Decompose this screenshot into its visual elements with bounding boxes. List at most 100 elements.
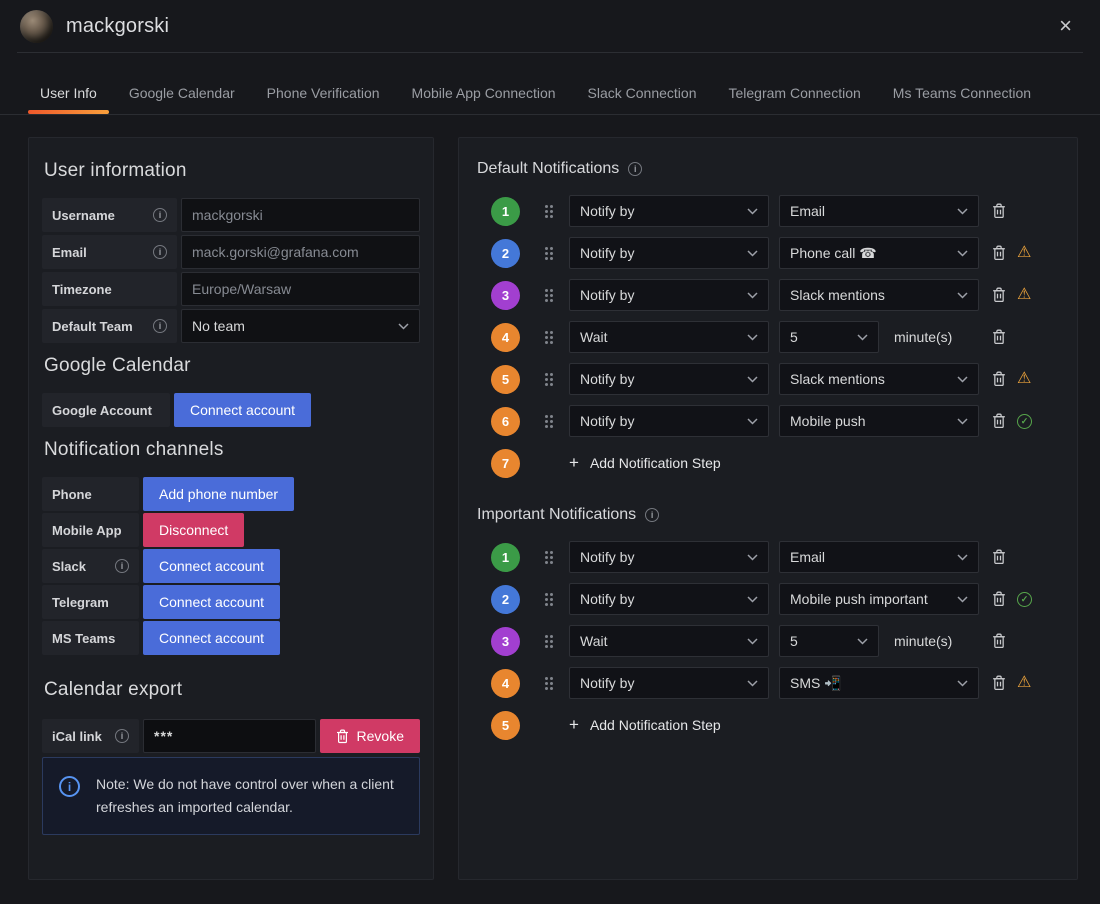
delete-step-button[interactable] (992, 675, 1006, 691)
step-action-select[interactable]: Notify by (569, 195, 769, 227)
drag-handle-icon[interactable] (544, 288, 554, 302)
delete-step-button[interactable] (992, 633, 1006, 649)
trash-icon (993, 245, 1005, 261)
tab-google-calendar[interactable]: Google Calendar (117, 79, 247, 114)
tab-telegram-connection[interactable]: Telegram Connection (716, 79, 872, 114)
delete-step-button[interactable] (992, 549, 1006, 565)
drag-handle-icon[interactable] (544, 550, 554, 564)
drag-handle-icon[interactable] (544, 592, 554, 606)
delete-step-button[interactable] (992, 245, 1006, 261)
step-action-select[interactable]: Notify by (569, 667, 769, 699)
step-channel-select[interactable]: Slack mentions (779, 279, 979, 311)
delete-step-button[interactable] (992, 413, 1006, 429)
tab-phone-verification[interactable]: Phone Verification (255, 79, 392, 114)
timezone-row: Timezone Europe/Warsaw (42, 272, 420, 306)
step-channel-select[interactable]: Mobile push important (779, 583, 979, 615)
email-field[interactable]: mack.gorski@grafana.com (181, 235, 420, 269)
telegram-label: Telegram (42, 585, 139, 619)
timezone-field[interactable]: Europe/Warsaw (181, 272, 420, 306)
chevron-down-icon (857, 333, 868, 341)
delete-step-button[interactable] (992, 591, 1006, 607)
chevron-down-icon (747, 291, 758, 299)
chevron-down-icon (747, 417, 758, 425)
notification-step: 1 Notify by Email (475, 541, 1077, 573)
plus-icon: + (569, 453, 579, 472)
delete-step-button[interactable] (992, 371, 1006, 387)
chevron-down-icon (747, 637, 758, 645)
chevron-down-icon (957, 553, 968, 561)
phone-channel-row: Phone Add phone number (42, 477, 420, 511)
add-phone-number-button[interactable]: Add phone number (143, 477, 295, 511)
chevron-down-icon (747, 553, 758, 561)
info-icon: i (115, 559, 129, 573)
revoke-button[interactable]: Revoke (319, 719, 420, 753)
chevron-down-icon (747, 249, 758, 257)
step-channel-select[interactable]: Slack mentions (779, 363, 979, 395)
step-channel-select[interactable]: SMS 📲 (779, 667, 979, 699)
drag-handle-icon[interactable] (544, 372, 554, 386)
step-action-select[interactable]: Notify by (569, 363, 769, 395)
email-label: Email i (42, 235, 177, 269)
step-channel-select[interactable]: Email (779, 195, 979, 227)
notification-step: 4 Notify by SMS 📲 ⚠ (475, 667, 1077, 699)
page-title: mackgorski (66, 14, 170, 37)
slack-channel-row: Slack i Connect account (42, 549, 420, 583)
tab-slack-connection[interactable]: Slack Connection (576, 79, 709, 114)
close-icon[interactable]: × (1055, 13, 1076, 39)
step-action-select[interactable]: Notify by (569, 405, 769, 437)
trash-icon (993, 549, 1005, 565)
tab-ms-teams-connection[interactable]: Ms Teams Connection (881, 79, 1043, 114)
wait-step: 4 Wait 5 minute(s) (475, 321, 1077, 353)
drag-handle-icon[interactable] (544, 246, 554, 260)
step-number: 4 (491, 668, 520, 698)
step-number: 3 (491, 280, 520, 310)
tab-user-info[interactable]: User Info (28, 79, 109, 114)
chevron-down-icon (957, 595, 968, 603)
wait-duration-select[interactable]: 5 (779, 321, 879, 353)
trash-icon (993, 591, 1005, 607)
step-action-select[interactable]: Notify by (569, 583, 769, 615)
info-icon: i (153, 245, 167, 259)
step-action-select[interactable]: Wait (569, 625, 769, 657)
step-channel-select[interactable]: Email (779, 541, 979, 573)
step-number: 5 (491, 710, 520, 740)
drag-handle-icon[interactable] (544, 330, 554, 344)
header-divider (17, 52, 1083, 53)
connect-google-account-button[interactable]: Connect account (174, 393, 312, 427)
connect-ms-teams-button[interactable]: Connect account (143, 621, 281, 655)
step-action-select[interactable]: Wait (569, 321, 769, 353)
default-team-select[interactable]: No team (181, 309, 420, 343)
drag-handle-icon[interactable] (544, 204, 554, 218)
add-notification-step-button[interactable]: + Add Notification Step (569, 453, 721, 473)
disconnect-mobile-app-button[interactable]: Disconnect (143, 513, 245, 547)
step-action-select[interactable]: Notify by (569, 279, 769, 311)
ical-link-field[interactable]: *** (143, 719, 316, 753)
step-action-select[interactable]: Notify by (569, 541, 769, 573)
username-field[interactable]: mackgorski (181, 198, 420, 232)
user-settings-panel: User information Username i mackgorski E… (28, 137, 434, 880)
delete-step-button[interactable] (992, 203, 1006, 219)
drag-handle-icon[interactable] (544, 414, 554, 428)
drag-handle-icon[interactable] (544, 634, 554, 648)
delete-step-button[interactable] (992, 329, 1006, 345)
tab-mobile-app-connection[interactable]: Mobile App Connection (400, 79, 568, 114)
add-step-row: 7 + Add Notification Step (475, 447, 1077, 479)
delete-step-button[interactable] (992, 287, 1006, 303)
notification-channels-heading: Notification channels (44, 439, 224, 460)
drag-handle-icon[interactable] (544, 676, 554, 690)
trash-icon (993, 675, 1005, 691)
chevron-down-icon (747, 375, 758, 383)
username-row: Username i mackgorski (42, 198, 420, 232)
connect-slack-button[interactable]: Connect account (143, 549, 281, 583)
info-icon: i (628, 162, 643, 176)
tab-bar: User Info Google Calendar Phone Verifica… (0, 79, 1100, 115)
step-channel-select[interactable]: Mobile push (779, 405, 979, 437)
step-action-select[interactable]: Notify by (569, 237, 769, 269)
notification-settings-panel: Default Notifications i 1 Notify by Emai… (458, 137, 1078, 880)
step-channel-select[interactable]: Phone call ☎ (779, 237, 979, 269)
connect-telegram-button[interactable]: Connect account (143, 585, 281, 619)
note-text: Note: We do not have control over when a… (96, 776, 394, 816)
wait-duration-select[interactable]: 5 (779, 625, 879, 657)
add-notification-step-button[interactable]: + Add Notification Step (569, 715, 721, 735)
chevron-down-icon (398, 322, 409, 330)
